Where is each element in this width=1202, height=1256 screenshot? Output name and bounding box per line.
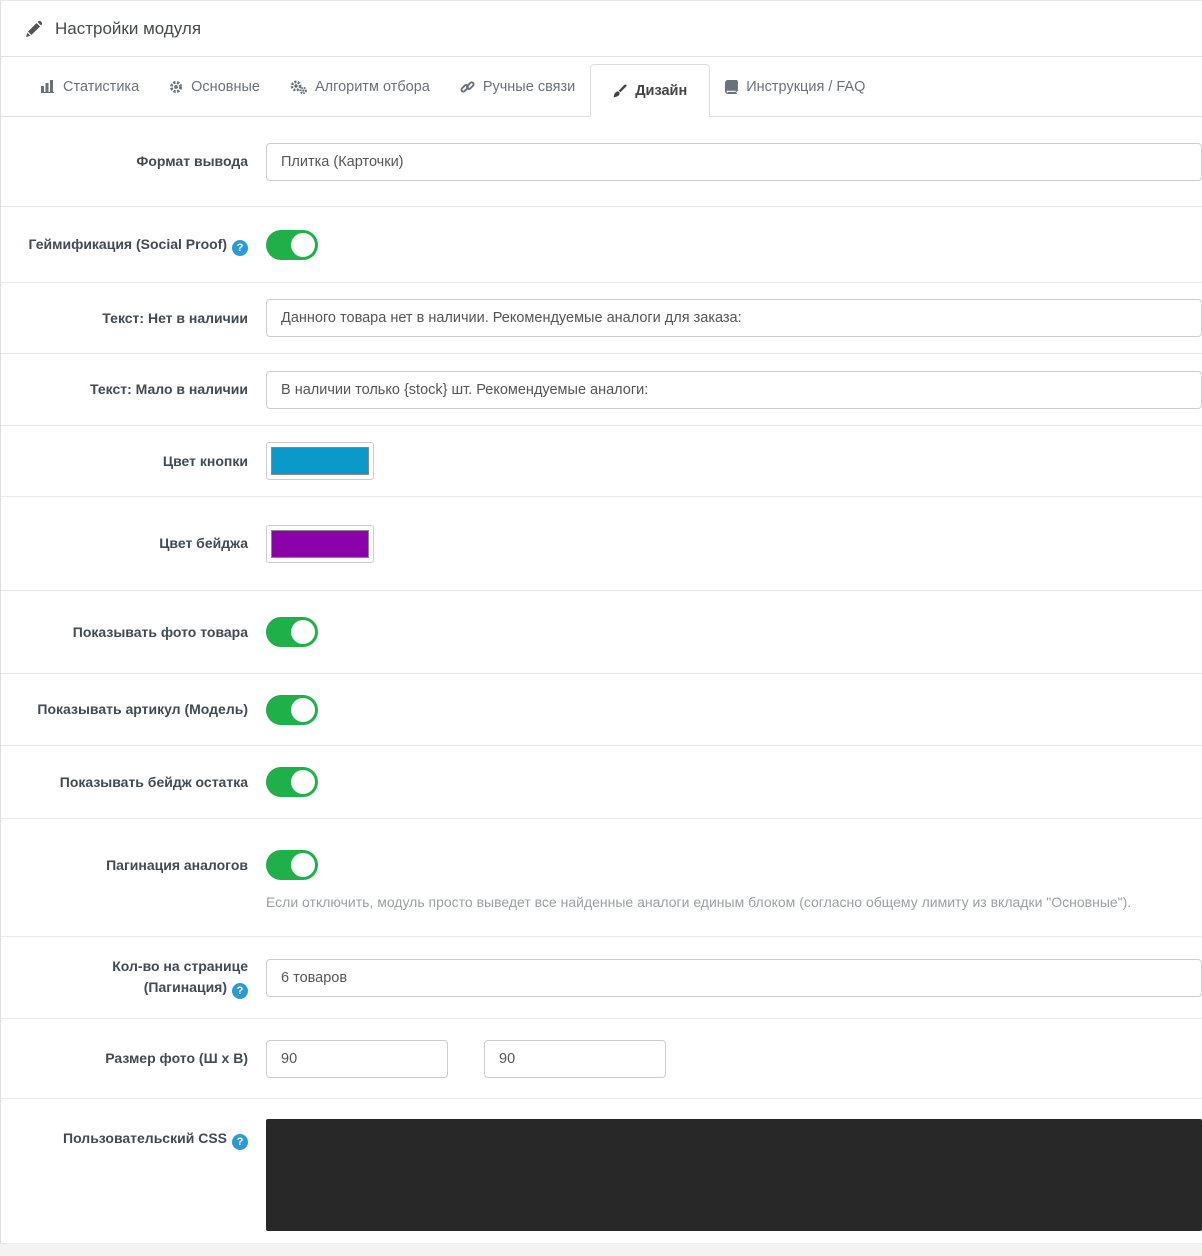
row-pagination: Пагинация аналогов Если отключить, модул… <box>1 819 1202 937</box>
tab-label: Алгоритм отбора <box>314 78 430 95</box>
toggle-knob <box>291 853 315 877</box>
photo-width-input[interactable] <box>266 1039 448 1078</box>
pagination-toggle[interactable] <box>266 850 318 880</box>
tab-label: Основные <box>191 78 260 95</box>
row-output-format: Формат вывода Плитка (Карточки) <box>1 117 1202 207</box>
row-gamification: Геймификация (Social Proof)? <box>1 207 1202 283</box>
badge-color-label: Цвет бейджа <box>159 535 248 552</box>
text-low-stock-input[interactable] <box>266 370 1202 409</box>
link-icon <box>460 80 475 94</box>
per-page-label-line2: (Пагинация) <box>143 978 227 995</box>
help-icon[interactable]: ? <box>232 1134 248 1150</box>
gamification-toggle[interactable] <box>266 229 318 260</box>
per-page-select[interactable]: 6 товаров <box>266 958 1202 997</box>
tab-manual-links[interactable]: Ручные связи <box>445 57 590 116</box>
show-photo-toggle[interactable] <box>266 617 318 647</box>
row-button-color: Цвет кнопки <box>1 426 1202 497</box>
book-icon <box>725 79 739 94</box>
tab-label: Статистика <box>63 78 140 95</box>
tab-general[interactable]: Основные <box>154 57 275 116</box>
badge-color-picker[interactable] <box>266 524 374 563</box>
page-title: Настройки модуля <box>55 18 202 38</box>
row-show-photo: Показывать фото товара <box>1 591 1202 674</box>
custom-css-editor[interactable] <box>266 1119 1202 1231</box>
text-out-of-stock-input[interactable] <box>266 299 1202 337</box>
per-page-label-line1: Кол-во на странице <box>112 958 248 975</box>
gear-icon <box>169 80 183 94</box>
row-per-page: Кол-во на странице (Пагинация)? 6 товаро… <box>1 937 1202 1019</box>
toggle-knob <box>291 620 315 644</box>
show-stock-badge-label: Показывать бейдж остатка <box>59 773 248 790</box>
tab-label: Инструкция / FAQ <box>746 78 866 95</box>
paint-brush-icon <box>613 84 627 98</box>
show-stock-badge-toggle[interactable] <box>266 767 318 797</box>
help-icon[interactable]: ? <box>232 982 248 999</box>
toggle-knob <box>291 697 315 722</box>
pagination-label: Пагинация аналогов <box>106 857 248 873</box>
button-color-swatch <box>271 447 369 475</box>
text-low-stock-label: Текст: Мало в наличии <box>89 381 248 398</box>
row-text-low-stock: Текст: Мало в наличии <box>1 354 1202 426</box>
pagination-help-text: Если отключить, модуль просто выведет вс… <box>266 894 1132 910</box>
custom-css-label: Пользовательский CSS <box>63 1130 227 1146</box>
photo-height-input[interactable] <box>484 1039 666 1078</box>
bar-chart-icon <box>41 80 55 93</box>
tab-bar: Статистика Основные Алгоритм отбора Ручн… <box>1 57 1202 117</box>
tab-statistics[interactable]: Статистика <box>26 57 154 116</box>
show-photo-label: Показывать фото товара <box>72 623 248 640</box>
toggle-knob <box>291 232 315 257</box>
row-photo-size: Размер фото (Ш х В) <box>1 1019 1202 1099</box>
panel-header: Настройки модуля <box>1 1 1202 57</box>
button-color-label: Цвет кнопки <box>162 452 248 469</box>
badge-color-swatch <box>271 529 369 558</box>
tab-label: Дизайн <box>635 83 688 99</box>
photo-size-label: Размер фото (Ш х В) <box>105 1050 248 1067</box>
show-model-toggle[interactable] <box>266 694 318 725</box>
tab-algorithm[interactable]: Алгоритм отбора <box>275 57 445 116</box>
toggle-knob <box>291 770 315 794</box>
page-background-strip <box>0 1243 1202 1256</box>
tab-faq[interactable]: Инструкция / FAQ <box>710 57 880 116</box>
output-format-label: Формат вывода <box>136 153 248 170</box>
tab-label: Ручные связи <box>482 78 576 95</box>
row-text-out-of-stock: Текст: Нет в наличии <box>1 283 1202 354</box>
row-show-stock-badge: Показывать бейдж остатка <box>1 746 1202 819</box>
output-format-select[interactable]: Плитка (Карточки) <box>266 142 1202 181</box>
module-settings-panel: Настройки модуля Статистика Основные Алг… <box>0 0 1202 1243</box>
pencil-icon <box>26 20 42 37</box>
button-color-picker[interactable] <box>266 442 374 480</box>
gears-icon <box>290 80 307 94</box>
gamification-label: Геймификация (Social Proof) <box>28 235 227 252</box>
text-out-of-stock-label: Текст: Нет в наличии <box>102 309 248 326</box>
row-badge-color: Цвет бейджа <box>1 497 1202 591</box>
row-show-model: Показывать артикул (Модель) <box>1 674 1202 746</box>
tab-design[interactable]: Дизайн <box>590 64 711 117</box>
help-icon[interactable]: ? <box>232 239 248 256</box>
row-custom-css: Пользовательский CSS? <box>1 1099 1202 1244</box>
show-model-label: Показывать артикул (Модель) <box>37 701 248 718</box>
